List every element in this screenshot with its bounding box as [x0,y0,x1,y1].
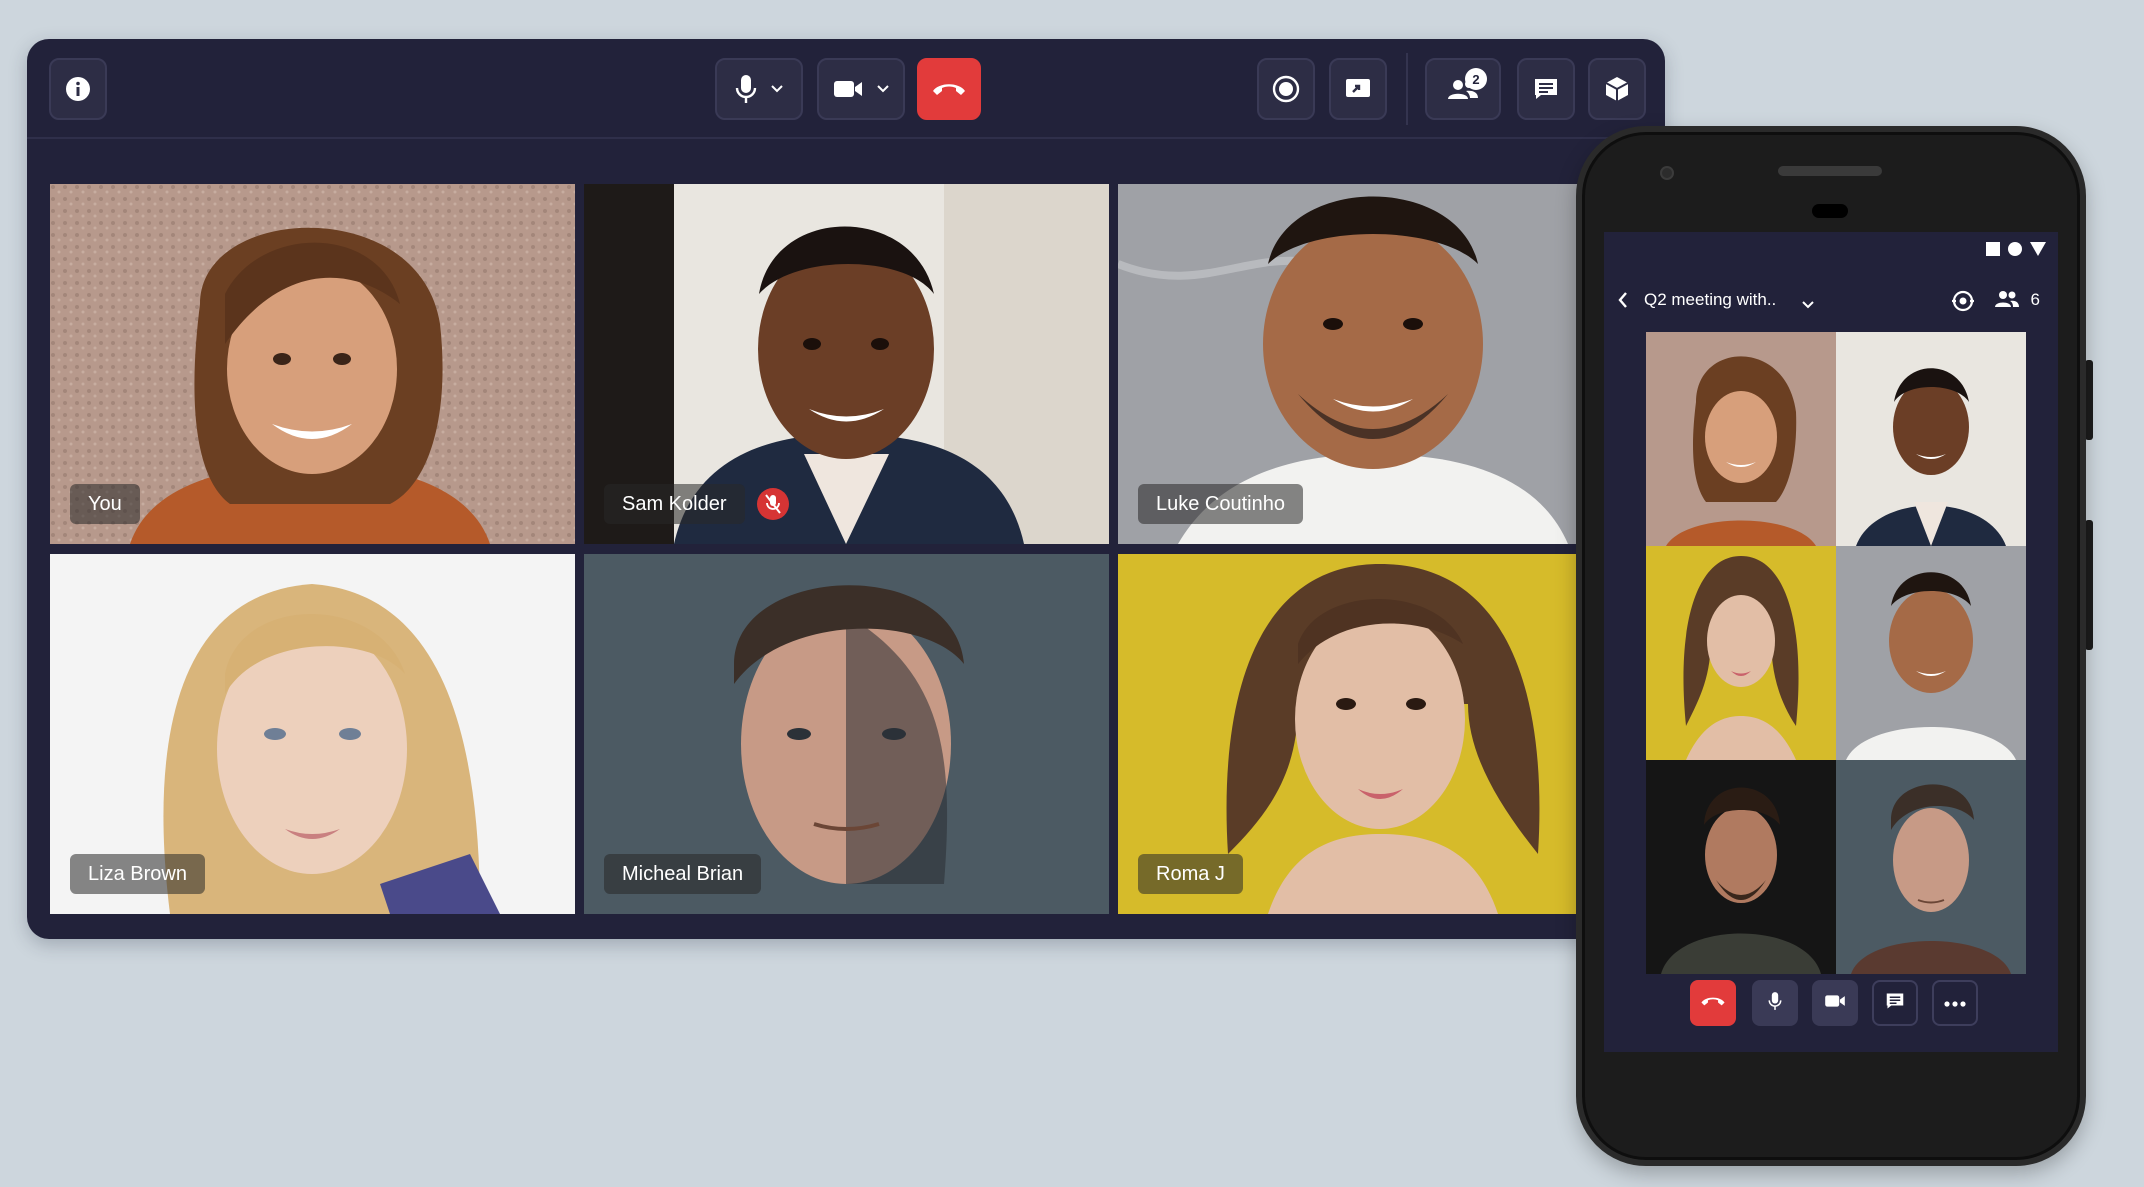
chat-button[interactable] [1517,58,1575,120]
meeting-toolbar: 2 [27,39,1665,139]
participant-name-label: Sam Kolder [604,484,745,524]
participant-name-label: Luke Coutinho [1138,484,1303,524]
end-call-button[interactable] [917,58,981,120]
chevron-down-icon[interactable] [877,85,889,93]
participant-tile-liza-brown[interactable]: Liza Brown [50,554,575,914]
participant-tile-micheal-brian[interactable]: Micheal Brian [584,554,1109,914]
chevron-down-icon[interactable] [1802,296,1814,314]
video-camera-icon [1824,994,1846,1013]
participant-count: 6 [2030,290,2040,309]
more-icon [1944,994,1966,1012]
mobile-tile-sam-kolder[interactable] [1836,332,2026,546]
participant-name-label: Micheal Brian [604,854,762,894]
status-bar [1986,242,2046,261]
participant-name-label: Liza Brown [70,854,205,894]
square-status-icon [1986,242,2000,261]
participants-button[interactable]: 2 [1425,58,1501,120]
chevron-left-icon[interactable] [1618,292,1628,313]
phone-sensor [1812,204,1848,218]
mobile-tile-roma-j[interactable] [1646,546,1836,760]
mobile-header: Q2 meeting with.. 6 [1604,274,2058,330]
phone-side-button [2085,360,2093,440]
info-button[interactable] [49,58,107,120]
cube-icon [1604,75,1630,103]
record-icon [1272,75,1300,103]
muted-mic-icon [757,488,789,520]
video-camera-icon [833,79,863,99]
microphone-button[interactable] [715,58,803,120]
info-icon [65,76,91,102]
mobile-camera-button[interactable] [1812,980,1858,1026]
phone-hangup-icon [1700,994,1726,1012]
mobile-tile-you[interactable] [1646,332,1836,546]
mobile-phone: Q2 meeting with.. 6 [1576,126,2086,1166]
triangle-status-icon [2030,242,2046,261]
phone-hangup-icon [931,81,967,97]
participant-tile-sam-kolder[interactable]: Sam Kolder [584,184,1109,544]
record-button[interactable] [1257,58,1315,120]
participant-name-label: You [70,484,140,524]
circle-status-icon [2008,242,2022,261]
participant-tile-you[interactable]: You [50,184,575,544]
mobile-more-button[interactable] [1932,980,1978,1026]
screen-share-button[interactable] [1329,58,1387,120]
mobile-end-call-button[interactable] [1690,980,1736,1026]
camera-button[interactable] [817,58,905,120]
meeting-title[interactable]: Q2 meeting with.. [1644,290,1776,310]
toolbar-divider [1406,53,1408,125]
mobile-tile-micheal-brian[interactable] [1836,760,2026,974]
participants-icon[interactable] [1994,289,2020,314]
mobile-tile-participant[interactable] [1646,760,1836,974]
chat-icon [1885,992,1905,1015]
mobile-chat-button[interactable] [1872,980,1918,1026]
phone-speaker [1778,166,1882,176]
desktop-meeting-window: 2 You Sam Kolder Luke Coutinho Liza Brow… [27,39,1665,939]
chat-icon [1533,77,1559,101]
screen-share-icon [1345,77,1371,101]
phone-side-button [2085,520,2093,650]
front-camera [1660,166,1674,180]
mobile-screen: Q2 meeting with.. 6 [1604,232,2058,1052]
apps-button[interactable] [1588,58,1646,120]
switch-camera-icon[interactable] [1950,288,1976,319]
chevron-down-icon[interactable] [771,85,783,93]
mobile-tile-luke-coutinho[interactable] [1836,546,2026,760]
microphone-icon [735,74,757,104]
mobile-microphone-button[interactable] [1752,980,1798,1026]
microphone-icon [1768,991,1782,1016]
mobile-controls [1604,980,2058,1030]
participants-badge: 2 [1465,68,1487,90]
participant-name-label: Roma J [1138,854,1243,894]
